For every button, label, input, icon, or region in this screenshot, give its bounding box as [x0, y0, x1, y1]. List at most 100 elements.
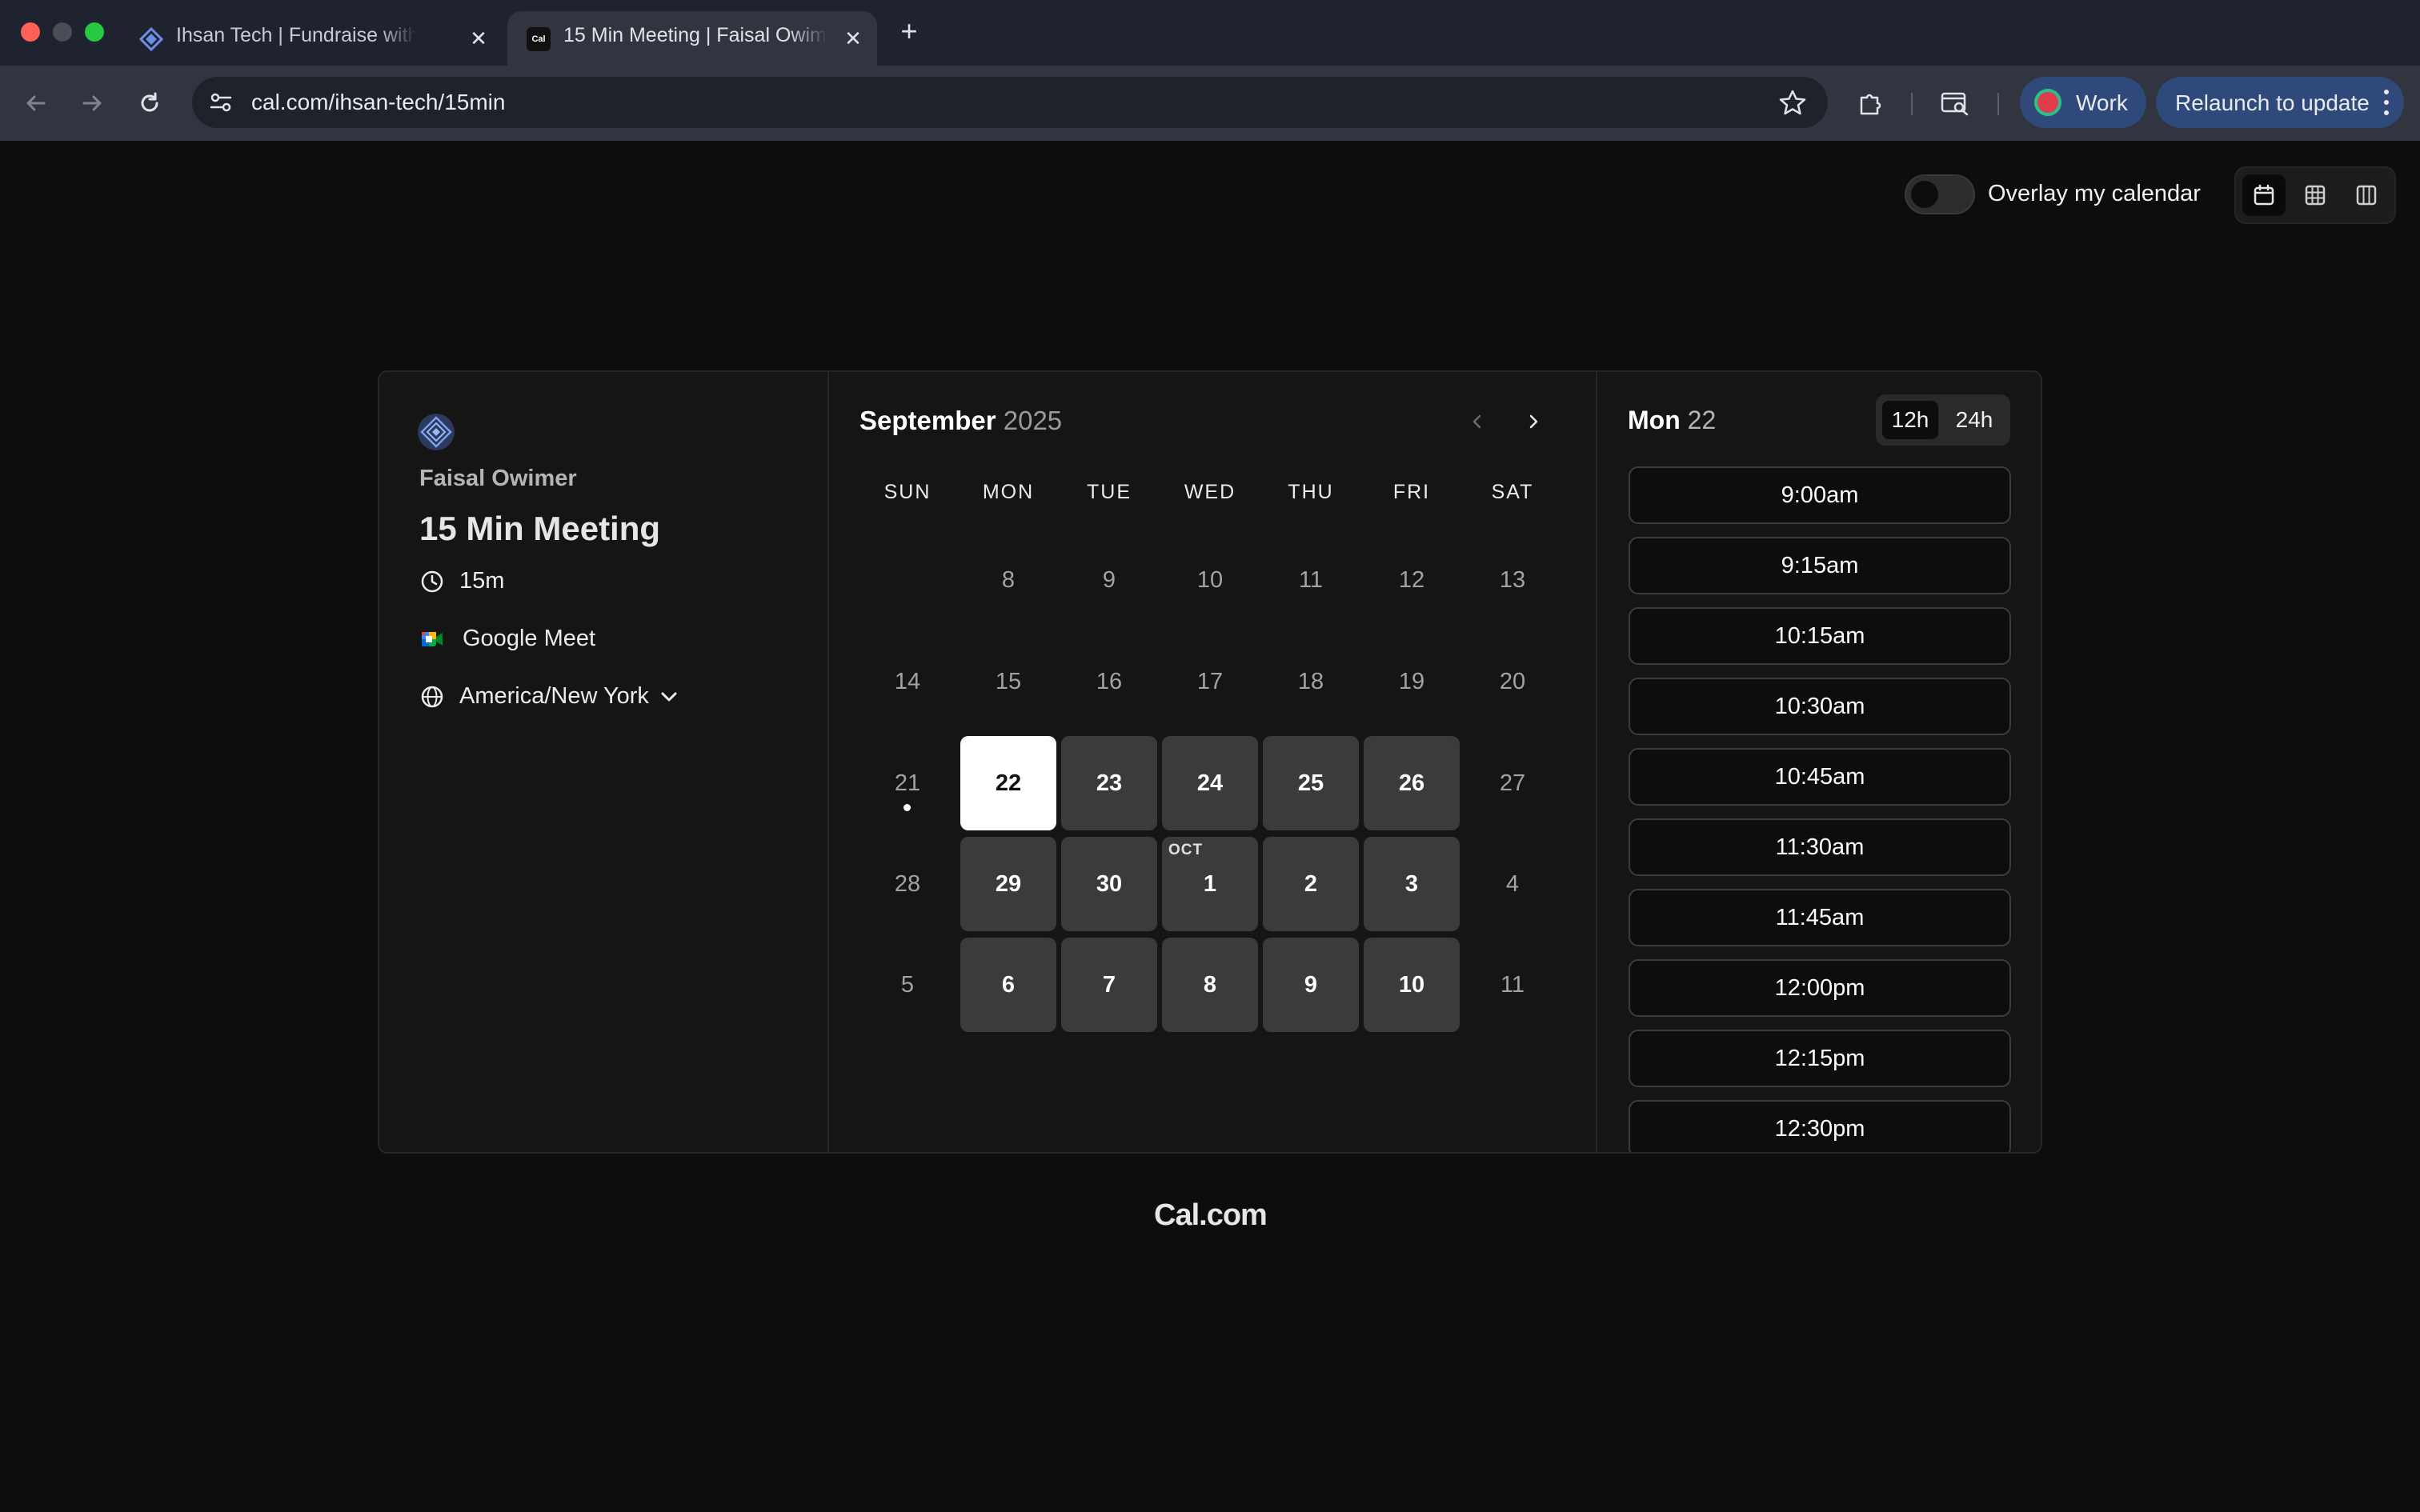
day-number: 10 [1398, 971, 1425, 998]
format-24h-button[interactable]: 24h [1945, 401, 2004, 439]
calendar-day-available[interactable]: 9 [1263, 938, 1359, 1032]
time-slot-button[interactable]: 9:15am [1629, 537, 2011, 594]
calendar-day-selected[interactable]: 22 [960, 736, 1056, 830]
weekday-header: THU [1288, 481, 1334, 503]
calendar-day-available[interactable]: 29 [960, 837, 1056, 931]
chevron-down-icon [661, 692, 677, 701]
arrow-left-icon [26, 95, 46, 111]
address-bar[interactable]: cal.com/ihsan-tech/15min [192, 77, 1828, 128]
tab-title: 15 Min Meeting | Faisal Owimer | Cal.com [563, 24, 827, 46]
day-number: 25 [1297, 770, 1324, 796]
extensions-button[interactable] [1850, 83, 1890, 123]
location-text: Google Meet [463, 626, 596, 651]
new-tab-button[interactable]: + [895, 17, 924, 46]
prev-month-button[interactable] [1461, 406, 1493, 438]
profile-button[interactable]: Work [2020, 77, 2146, 128]
close-window-button[interactable] [21, 22, 40, 42]
timezone-select[interactable]: America/New York [419, 683, 679, 710]
browser-toolbar: cal.com/ihsan-tech/15min Work Relaunch t… [0, 66, 2420, 141]
calendar-day: 18 [1263, 634, 1359, 729]
time-slot-button[interactable]: 9:00am [1629, 466, 2011, 524]
time-slot-button[interactable]: 12:15pm [1629, 1030, 2011, 1087]
time-slot-button[interactable]: 12:30pm [1629, 1100, 2011, 1152]
calendar-day-available[interactable]: 25 [1263, 736, 1359, 830]
time-slot-button[interactable]: 10:30am [1629, 678, 2011, 735]
tab-search-icon [1941, 92, 1969, 116]
time-slot-button[interactable]: 10:15am [1629, 607, 2011, 665]
calendar-day-available[interactable]: 3 [1364, 837, 1460, 931]
next-month-button[interactable] [1517, 406, 1549, 438]
weekday-header: SUN [883, 481, 932, 503]
calendar-day-available[interactable]: 23 [1061, 736, 1157, 830]
calendar-day-available[interactable]: 24 [1162, 736, 1258, 830]
day-number: 7 [1102, 971, 1116, 998]
back-button[interactable] [16, 83, 56, 123]
day-number: 6 [1001, 971, 1016, 998]
time-slot-button[interactable]: 10:45am [1629, 748, 2011, 806]
google-meet-icon [419, 626, 445, 652]
day-number: 15 [995, 668, 1022, 694]
day-number: 8 [1203, 971, 1217, 998]
day-number: 26 [1398, 770, 1425, 796]
avatar [418, 414, 455, 450]
reload-icon [141, 92, 158, 112]
layout-switcher [2234, 166, 2396, 224]
bookmark-star-icon[interactable] [1777, 86, 1809, 118]
minimize-window-button[interactable] [53, 22, 72, 42]
cal-com-logo: Cal.com [1154, 1198, 1268, 1232]
tab-ihsan-tech[interactable]: Ihsan Tech | Fundraise with ease ✕ [120, 11, 503, 66]
relaunch-label: Relaunch to update [2175, 90, 2370, 115]
time-slot-button[interactable]: 11:30am [1629, 818, 2011, 876]
tab-cal-meeting[interactable]: Cal 15 Min Meeting | Faisal Owimer | Cal… [507, 11, 877, 66]
tab-search-button[interactable] [1935, 83, 1975, 123]
overlay-calendar-toggle[interactable] [1905, 174, 1975, 214]
calendar-day: 11 [1263, 533, 1359, 627]
calendar-day: 20 [1464, 634, 1561, 729]
site-settings-icon[interactable] [208, 90, 234, 115]
today-indicator [903, 804, 911, 811]
globe-icon [419, 684, 445, 710]
close-icon[interactable]: ✕ [840, 26, 866, 51]
day-number: 28 [894, 870, 921, 897]
column-divider [827, 372, 829, 1152]
overlay-calendar-label: Overlay my calendar [1988, 181, 2201, 206]
toolbar-divider [1911, 93, 1913, 115]
month-name: September [859, 406, 996, 435]
year: 2025 [1003, 406, 1063, 435]
weekly-view-button[interactable] [2294, 174, 2337, 216]
column-divider [1596, 372, 1597, 1152]
calendar-day-available[interactable]: 1 OCT [1162, 837, 1258, 931]
column-view-button[interactable] [2345, 174, 2388, 216]
day-number: 12 [1398, 566, 1425, 593]
weekly-view-icon [2305, 185, 2326, 206]
calendar-day-available[interactable]: 7 [1061, 938, 1157, 1032]
calendar-day-available[interactable]: 8 [1162, 938, 1258, 1032]
calendar-day-available[interactable]: 6 [960, 938, 1056, 1032]
duration-text: 15m [459, 568, 505, 594]
month-tag: OCT [1168, 842, 1204, 858]
time-slot-button[interactable]: 11:45am [1629, 889, 2011, 946]
reload-button[interactable] [130, 83, 170, 123]
calendar-day-available[interactable]: 2 [1263, 837, 1359, 931]
url-text: cal.com/ihsan-tech/15min [251, 90, 506, 114]
day-number: 19 [1398, 668, 1425, 694]
calendar-day-available[interactable]: 10 [1364, 938, 1460, 1032]
day-number: 20 [1499, 668, 1526, 694]
close-icon[interactable]: ✕ [466, 26, 491, 51]
calendar-day-available[interactable]: 30 [1061, 837, 1157, 931]
time-slot-button[interactable]: 12:00pm [1629, 959, 2011, 1017]
more-vertical-icon[interactable] [2380, 86, 2393, 118]
calendar-day: 19 [1364, 634, 1460, 729]
relaunch-button[interactable]: Relaunch to update [2156, 77, 2404, 128]
calendar-day-available[interactable]: 26 [1364, 736, 1460, 830]
format-12h-button[interactable]: 12h [1882, 401, 1938, 439]
day-number: 1 [1203, 870, 1217, 897]
day-number: 9 [1304, 971, 1318, 998]
booker-card: Faisal Owimer 15 Min Meeting 15m Google … [378, 370, 2042, 1154]
forward-button[interactable] [72, 83, 112, 123]
day-number: 17 [1196, 668, 1224, 694]
month-view-button[interactable] [2242, 174, 2286, 216]
location-row: Google Meet [419, 626, 595, 652]
day-number: 14 [894, 668, 921, 694]
maximize-window-button[interactable] [85, 22, 104, 42]
